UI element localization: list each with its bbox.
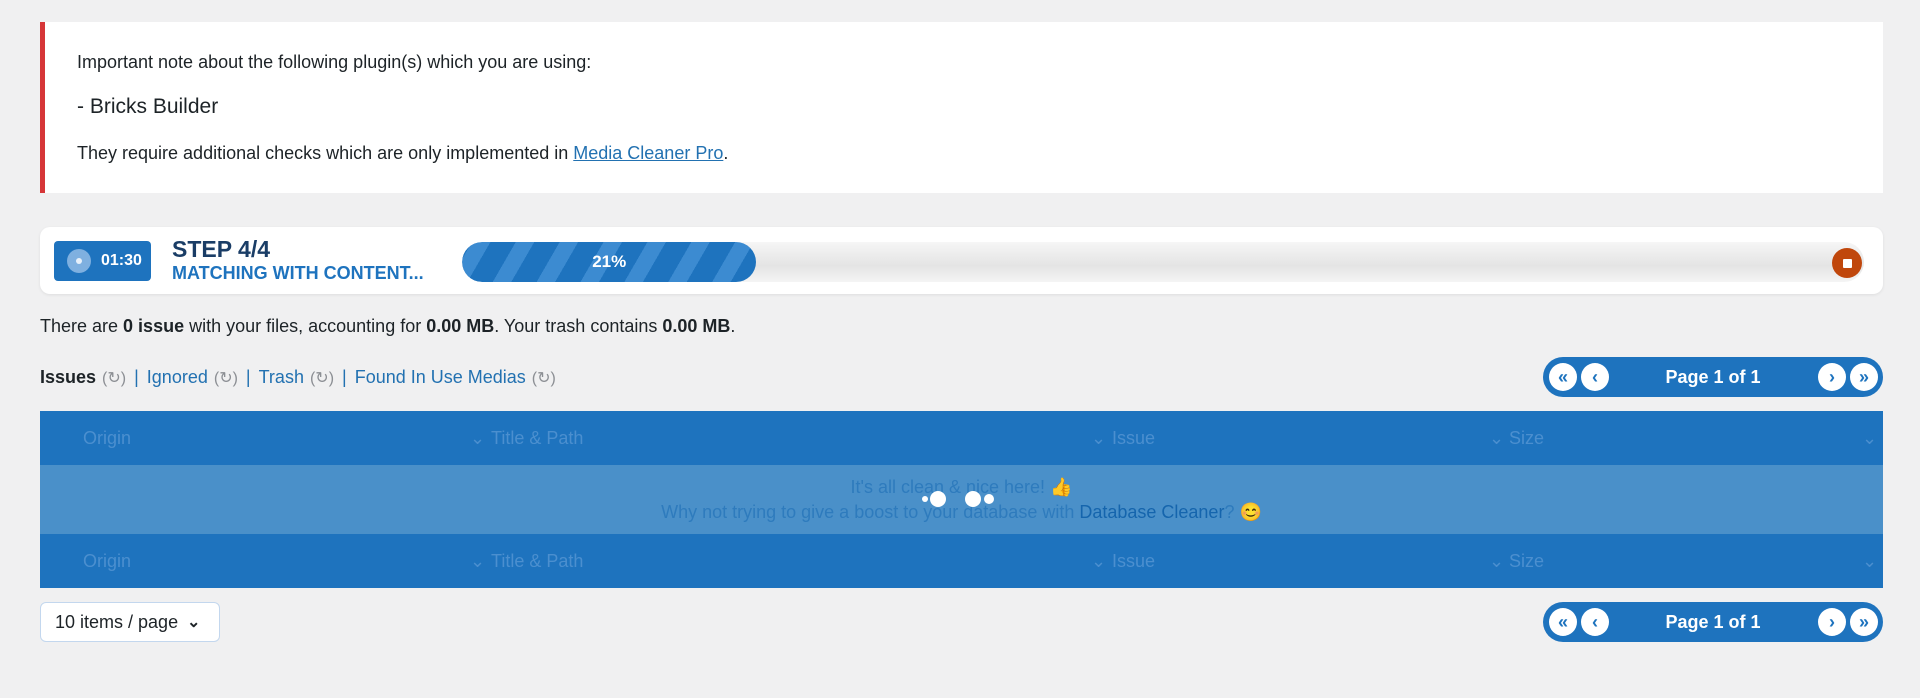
- loading-spinner-icon: [922, 489, 1022, 509]
- notice-suffix: .: [723, 143, 729, 163]
- summary-text: There are: [40, 316, 124, 336]
- column-origin[interactable]: Origin ⌄: [40, 534, 491, 588]
- loading-count-icon: (↻): [102, 369, 127, 387]
- chevron-down-icon: ⌄: [470, 550, 486, 571]
- filter-tabs: Issues (↻) | Ignored (↻) | Trash (↻) | F…: [40, 367, 564, 388]
- notice-plugin-name: - Bricks Builder: [77, 95, 219, 118]
- column-label: Issue: [1112, 427, 1156, 448]
- column-title-path[interactable]: Title & Path ⌄: [491, 534, 1112, 588]
- tab-trash[interactable]: Trash: [259, 367, 304, 388]
- column-issue[interactable]: Issue ⌄: [1112, 411, 1509, 465]
- column-label: Origin: [83, 427, 132, 448]
- progress-bar: 21%: [462, 242, 1864, 282]
- last-page-icon[interactable]: »: [1850, 608, 1878, 636]
- stop-scan-button[interactable]: [1832, 248, 1862, 278]
- column-issue[interactable]: Issue ⌄: [1112, 534, 1509, 588]
- summary-text: . Your trash contains: [494, 316, 663, 336]
- column-label: Issue: [1112, 550, 1156, 571]
- separator: |: [245, 367, 251, 387]
- spinner-dot: [922, 496, 928, 502]
- separator: |: [134, 367, 139, 387]
- last-page-icon[interactable]: »: [1850, 363, 1878, 391]
- chevron-down-icon: ⌄: [1489, 427, 1505, 448]
- clock-icon: [67, 249, 91, 273]
- chevron-down-icon: ⌄: [187, 614, 201, 631]
- notice-intro: Important note about the following plugi…: [77, 52, 592, 72]
- progress-fill: 21%: [462, 242, 757, 282]
- trash-size: 0.00 MB: [662, 316, 731, 336]
- summary-text: .: [730, 316, 736, 336]
- notice-requirement: They require additional checks which are…: [77, 143, 728, 164]
- issues-summary: There are 0 issue with your files, accou…: [40, 316, 735, 337]
- items-per-page-value: 10 items / page: [55, 611, 179, 632]
- scan-progress-card: 01:30 STEP 4/4 MATCHING WITH CONTENT... …: [40, 227, 1883, 294]
- pagination-top: « ‹ Page 1 of 1 › »: [1543, 357, 1883, 397]
- separator: |: [342, 367, 347, 387]
- column-size[interactable]: Size ⌄: [1509, 411, 1883, 465]
- summary-text: with your files, accounting for: [184, 316, 427, 336]
- media-table: Origin ⌄ Title & Path ⌄ Issue ⌄ Size ⌄ It's …: [40, 411, 1883, 588]
- pagination-bottom: « ‹ Page 1 of 1 › »: [1543, 602, 1883, 642]
- column-label: Title & Path: [491, 550, 584, 571]
- chevron-down-icon: ⌄: [1862, 427, 1878, 448]
- empty-suggestion-suffix: ? 😊: [1224, 502, 1262, 522]
- chevron-down-icon: ⌄: [470, 427, 486, 448]
- timer-badge: 01:30: [54, 241, 151, 281]
- plugin-notice: Important note about the following plugi…: [40, 22, 1883, 193]
- step-status: MATCHING WITH CONTENT...: [172, 263, 424, 283]
- issues-size: 0.00 MB: [426, 316, 495, 336]
- media-cleaner-pro-link[interactable]: Media Cleaner Pro: [573, 143, 723, 163]
- column-label: Title & Path: [491, 427, 584, 448]
- spinner-dot: [965, 491, 981, 507]
- tab-found-in-use[interactable]: Found In Use Medias: [355, 367, 526, 388]
- column-origin[interactable]: Origin ⌄: [40, 411, 491, 465]
- loading-count-icon: (↻): [309, 369, 335, 387]
- table-empty-body: It's all clean & nice here! 👍 Why not tr…: [40, 465, 1883, 534]
- column-label: Size: [1509, 550, 1545, 571]
- table-header: Origin ⌄ Title & Path ⌄ Issue ⌄ Size ⌄: [40, 411, 1883, 465]
- spinner-dot: [984, 494, 994, 504]
- next-page-icon[interactable]: ›: [1818, 363, 1846, 391]
- column-title-path[interactable]: Title & Path ⌄: [491, 411, 1112, 465]
- column-size[interactable]: Size ⌄: [1509, 534, 1883, 588]
- chevron-down-icon: ⌄: [1091, 550, 1107, 571]
- chevron-down-icon: ⌄: [1091, 427, 1107, 448]
- next-page-icon[interactable]: ›: [1818, 608, 1846, 636]
- items-per-page-select[interactable]: 10 items / page ⌄: [40, 602, 220, 642]
- step-title: STEP 4/4: [172, 236, 271, 262]
- table-footer: Origin ⌄ Title & Path ⌄ Issue ⌄ Size ⌄: [40, 534, 1883, 588]
- database-cleaner-link[interactable]: Database Cleaner: [1079, 502, 1224, 522]
- chevron-down-icon: ⌄: [1862, 550, 1878, 571]
- chevron-down-icon: ⌄: [1489, 550, 1505, 571]
- tab-issues[interactable]: Issues: [40, 367, 96, 388]
- tab-ignored[interactable]: Ignored: [147, 367, 208, 388]
- loading-count-icon: (↻): [531, 369, 556, 387]
- spinner-dot: [930, 491, 946, 507]
- column-label: Size: [1509, 427, 1545, 448]
- notice-requirement-text: They require additional checks which are…: [77, 143, 574, 163]
- timer-value: 01:30: [101, 252, 142, 269]
- loading-count-icon: (↻): [213, 369, 238, 387]
- column-label: Origin: [83, 550, 132, 571]
- issue-count: 0 issue: [123, 316, 185, 336]
